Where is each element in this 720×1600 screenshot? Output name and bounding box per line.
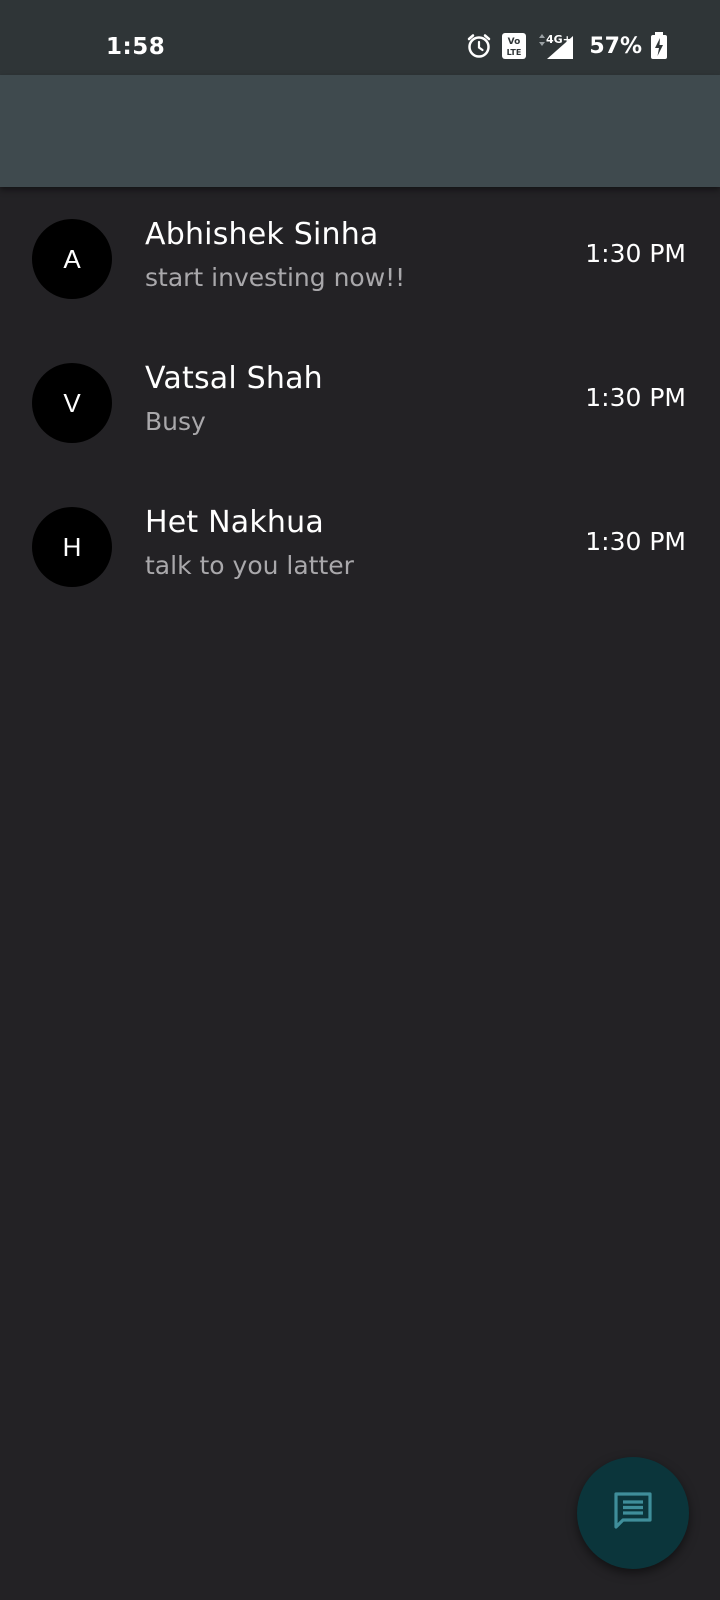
avatar: A [32, 219, 112, 299]
alarm-icon [465, 32, 493, 60]
avatar: H [32, 507, 112, 587]
chat-name: Vatsal Shah [145, 361, 323, 396]
chat-item-vatsal-shah[interactable]: V Vatsal Shah Busy 1:30 PM [0, 331, 720, 475]
status-icons: Vo LTE 4G+ 57% [465, 32, 668, 60]
chat-item-het-nakhua[interactable]: H Het Nakhua talk to you latter 1:30 PM [0, 475, 720, 619]
battery-charging-icon [650, 32, 668, 60]
chat-last-message: talk to you latter [145, 551, 354, 580]
svg-text:LTE: LTE [507, 48, 522, 57]
chat-name: Abhishek Sinha [145, 217, 379, 252]
4g-icon: 4G+ [535, 32, 575, 60]
chat-time: 1:30 PM [585, 383, 686, 412]
chat-time: 1:30 PM [585, 239, 686, 268]
new-message-button[interactable] [577, 1457, 689, 1569]
screen: 1:58 Vo LTE 4G+ 57% A Abhishek Sinha sta… [0, 0, 720, 1600]
app-bar [0, 75, 720, 187]
chat-last-message: start investing now!! [145, 263, 406, 292]
chat-list: A Abhishek Sinha start investing now!! 1… [0, 187, 720, 619]
chat-time: 1:30 PM [585, 527, 686, 556]
message-icon [611, 1489, 655, 1537]
status-bar: 1:58 Vo LTE 4G+ 57% [0, 0, 720, 75]
chat-last-message: Busy [145, 407, 206, 436]
avatar: V [32, 363, 112, 443]
volte-icon: Vo LTE [501, 32, 527, 60]
battery-percent: 57% [589, 33, 642, 59]
status-time: 1:58 [106, 34, 166, 60]
chat-name: Het Nakhua [145, 505, 324, 540]
svg-text:Vo: Vo [508, 37, 521, 47]
chat-item-abhishek-sinha[interactable]: A Abhishek Sinha start investing now!! 1… [0, 187, 720, 331]
